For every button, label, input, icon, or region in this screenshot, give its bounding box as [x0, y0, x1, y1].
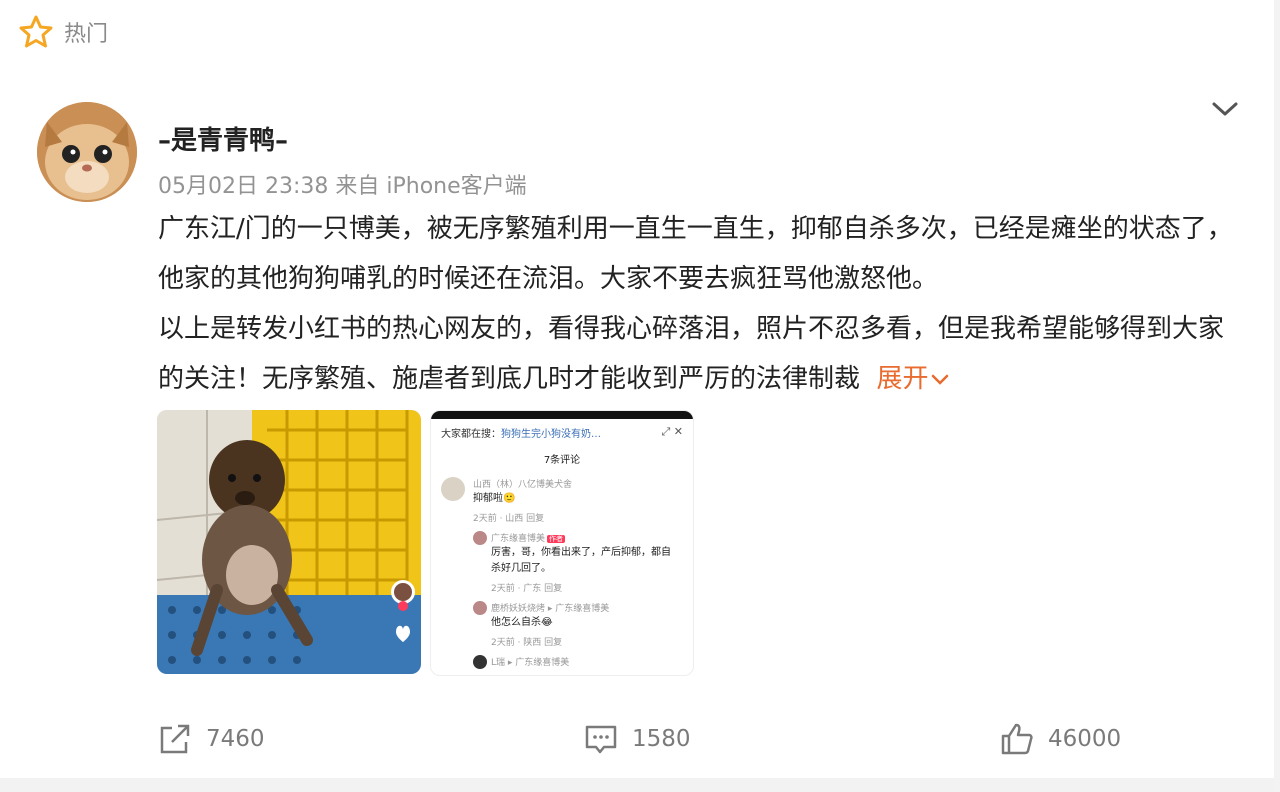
scrollbar[interactable] [1274, 0, 1280, 792]
bottom-divider [0, 778, 1280, 792]
comment-user-name: 广东缘喜博美 [491, 534, 546, 544]
avatar [473, 655, 487, 669]
comment-user: L瑞 ▸ 广东缘喜博美 [491, 658, 570, 668]
screenshot-topbar [431, 411, 693, 419]
avatar [441, 477, 465, 501]
post-paragraph: 以上是转发小红书的热心网友的，看得我心碎落泪，照片不忍多看，但是我希望能够得到大… [158, 304, 1243, 404]
comment-button[interactable]: 1580 [584, 722, 691, 756]
share-icon [160, 724, 190, 754]
comment-count-label: 7条评论 [543, 455, 581, 466]
chevron-down-icon [931, 374, 948, 385]
avatar [473, 601, 487, 615]
screenshot-icons: ⤢ ✕ [661, 425, 683, 438]
chevron-down-icon[interactable] [1210, 96, 1240, 122]
share-button[interactable]: 7460 [158, 722, 265, 756]
thumbs-up-icon [1001, 723, 1033, 755]
comment-meta: 2天前 · 山西 回复 [473, 514, 545, 524]
comment-icon [585, 725, 617, 754]
post-image-dog[interactable] [157, 410, 421, 674]
star-icon [19, 15, 53, 48]
share-count: 7460 [206, 726, 265, 752]
comment-user: 鹿桥妖妖烧烤 ▸ 广东缘喜博美 [491, 604, 610, 614]
comment-meta: 2天前 · 陕西 回复 [491, 638, 563, 648]
search-prefix: 大家都在搜： [441, 429, 501, 440]
avatar[interactable] [37, 102, 137, 202]
avatar [473, 531, 487, 545]
search-term: 狗狗生完小狗没有奶… [501, 429, 601, 440]
screenshot-search: 大家都在搜：狗狗生完小狗没有奶… [441, 425, 601, 440]
like-button[interactable]: 46000 [1000, 722, 1121, 756]
username[interactable]: –是青青鸭– [158, 120, 288, 157]
post-image-screenshot[interactable]: 大家都在搜：狗狗生完小狗没有奶… ⤢ ✕ 7条评论 山西（林）八亿博美犬舍 抑郁… [430, 410, 694, 676]
comment-user: 山西（林）八亿博美犬舍 [473, 480, 573, 490]
expand-link[interactable]: 展开 [877, 364, 951, 394]
post-paragraph: 广东江/门的一只博美，被无序繁殖利用一直生一直生，抑郁自杀多次，已经是瘫坐的状态… [158, 214, 1233, 294]
comment-meta: 2天前 · 广东 回复 [491, 584, 563, 594]
comment-text: 抑郁啦🙂 [473, 493, 516, 504]
comment-text: 厉害，哥，你看出来了，产后抑郁，都自杀好几回了。 [491, 547, 671, 574]
post-paragraph-text: 以上是转发小红书的热心网友的，看得我心碎落泪，照片不忍多看，但是我希望能够得到大… [158, 314, 1225, 394]
action-bar: 7460 1580 46000 [0, 722, 1280, 762]
post-content: 广东江/门的一只博美，被无序繁殖利用一直生一直生，抑郁自杀多次，已经是瘫坐的状态… [158, 204, 1243, 404]
author-tag: 作者 [547, 535, 566, 543]
expand-label: 展开 [876, 364, 929, 394]
post-meta: 05月02日 23:38 来自 iPhone客户端 [158, 174, 527, 199]
comment-text: 他怎么自杀😂 [491, 617, 553, 628]
section-title: 热门 [64, 22, 109, 47]
comment-user: 广东缘喜博美 作者 [491, 531, 566, 544]
comment-count: 1580 [632, 726, 691, 752]
like-count: 46000 [1048, 726, 1122, 752]
section-header: 热门 [18, 14, 108, 50]
